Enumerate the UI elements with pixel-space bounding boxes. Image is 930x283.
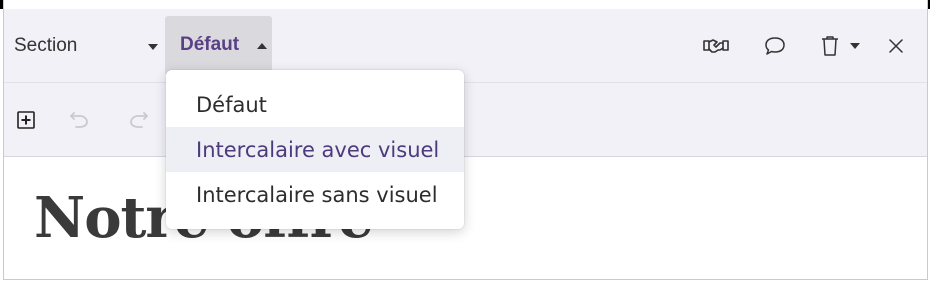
chevron-down-icon[interactable] [848,40,862,52]
section-select-label: Section [14,35,78,56]
section-select[interactable]: Section [14,23,164,69]
redo-icon[interactable] [126,107,152,131]
chevron-up-icon [257,43,267,49]
close-icon[interactable] [885,35,907,57]
comment-icon[interactable] [762,34,788,58]
chevron-down-icon [148,44,158,50]
dropdown-item-intercalaire-sans-visuel[interactable]: Intercalaire sans visuel [166,172,464,217]
style-select-label: Défaut [180,34,240,55]
undo-icon[interactable] [66,107,92,131]
style-select-button[interactable]: Défaut [165,16,272,74]
style-dropdown-menu: Défaut Intercalaire avec visuel Intercal… [166,70,464,229]
dropdown-item-intercalaire-avec-visuel[interactable]: Intercalaire avec visuel [166,127,464,172]
trash-icon[interactable] [818,34,842,58]
add-block-icon[interactable] [14,108,38,132]
dropdown-item-defaut[interactable]: Défaut [166,82,464,127]
handshake-icon[interactable] [700,34,732,58]
